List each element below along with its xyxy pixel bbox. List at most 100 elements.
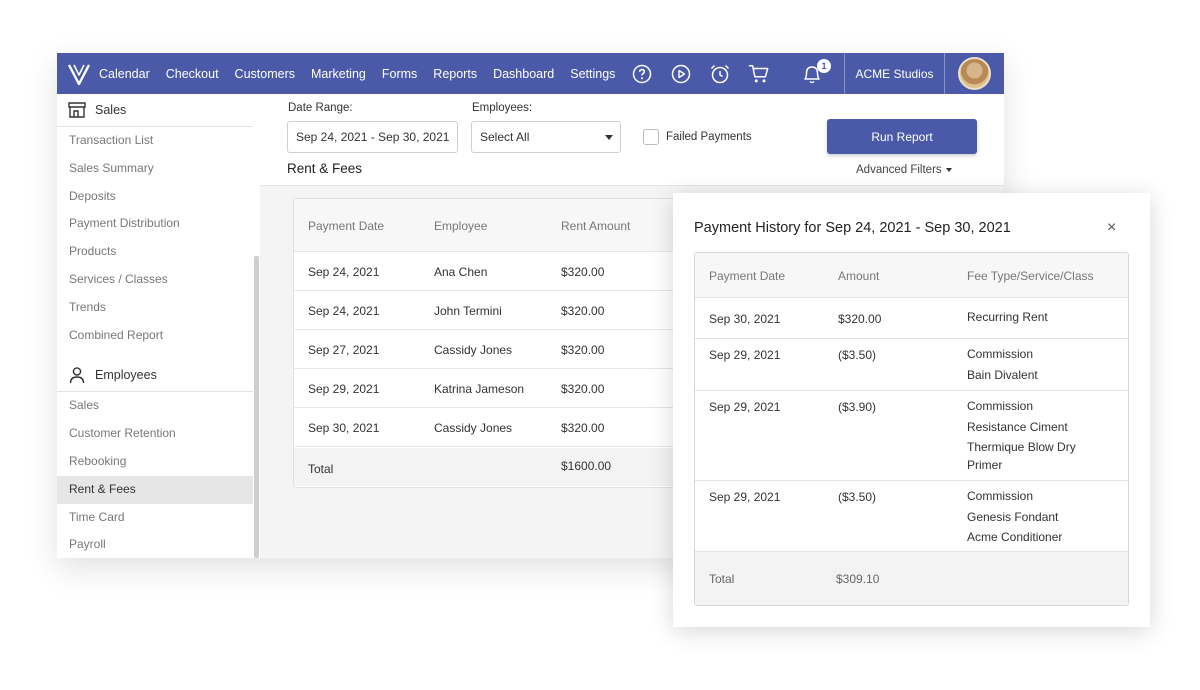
table-row[interactable]: Sep 30, 2021 Cassidy Jones $320.00 [294,408,714,447]
run-report-button[interactable]: Run Report [827,119,977,154]
cart-icon[interactable] [748,63,770,85]
close-icon[interactable]: × [1107,219,1116,237]
sidebar-employees-header: Employees [95,368,157,383]
rent-amount-cell: $320.00 [561,382,605,396]
fee-type-line: Genesis Fondant [967,509,1059,524]
sidebar-section-sales: Sales [57,94,253,127]
notifications-bell-icon[interactable]: 1 [801,59,831,86]
nav-customers[interactable]: Customers [235,67,295,81]
payment-date-cell: Sep 30, 2021 [709,312,781,326]
rent-amount-cell: $320.00 [561,265,605,279]
filter-bar: Date Range: Sep 24, 2021 - Sep 30, 2021 … [260,94,1004,186]
rent-amount-cell: $320.00 [561,421,605,435]
studio-switcher[interactable]: ACME Studios [844,53,945,94]
fee-type-line: Acme Conditioner [967,530,1063,544]
employees-select-value: Select All [480,130,530,144]
table-row[interactable]: Sep 24, 2021 John Termini $320.00 [294,291,714,330]
avatar[interactable] [958,57,991,90]
payment-date-cell: Sep 30, 2021 [308,421,380,435]
alarm-clock-icon[interactable] [709,63,731,85]
person-icon [69,367,85,384]
advanced-filters-label: Advanced Filters [856,164,942,176]
table-row[interactable]: Sep 30, 2021 $320.00 Recurring Rent [695,298,1128,339]
table-header: Payment Date Employee Rent Amount [294,199,714,252]
sidebar-item-transaction-list[interactable]: Transaction List [57,127,257,155]
sidebar-item-services-classes[interactable]: Services / Classes [57,266,257,294]
table-row[interactable]: Sep 29, 2021 ($3.50) Commission Genesis … [695,481,1128,552]
advanced-filters-toggle[interactable]: Advanced Filters [856,164,952,176]
fee-type-line: Commission [967,489,1034,503]
nav-reports[interactable]: Reports [433,67,477,81]
payment-date-cell: Sep 29, 2021 [709,400,781,414]
nav-settings[interactable]: Settings [570,67,615,81]
store-icon [68,102,86,118]
total-label: Total [709,572,735,586]
nav-forms[interactable]: Forms [382,67,417,81]
payment-date-cell: Sep 29, 2021 [709,348,781,362]
table-total-row: Total $309.10 [695,552,1128,605]
nav-dashboard[interactable]: Dashboard [493,67,554,81]
fee-type-line: Bain Divalent [967,367,1038,382]
rent-amount-cell: $320.00 [561,304,605,318]
payment-date-cell: Sep 27, 2021 [308,343,380,357]
amount-cell: ($3.50) [838,490,877,504]
amount-cell: ($3.50) [838,348,877,362]
column-header: Payment Date [709,269,786,283]
fee-type-line: Commission [967,399,1034,413]
sidebar-item-rent-fees[interactable]: Rent & Fees [57,475,253,504]
rent-amount-cell: $320.00 [561,343,605,357]
sidebar-item-products[interactable]: Products [57,238,257,266]
sidebar: Sales Transaction List Sales Summary Dep… [57,94,259,558]
logo-icon[interactable] [59,53,99,94]
nav-marketing[interactable]: Marketing [311,67,366,81]
sidebar-item-rebooking[interactable]: Rebooking [57,448,257,476]
sidebar-item-payroll[interactable]: Payroll [57,531,257,558]
sidebar-item-combined-report[interactable]: Combined Report [57,322,257,350]
sidebar-item-deposits[interactable]: Deposits [57,183,257,211]
fee-type-cell: Commission Resistance Ciment Thermique B… [967,396,1076,472]
column-header: Rent Amount [561,219,631,233]
nav-calendar[interactable]: Calendar [99,67,150,81]
table-row[interactable]: Sep 29, 2021 Katrina Jameson $320.00 [294,369,714,408]
employee-cell: Cassidy Jones [434,421,513,435]
column-header: Fee Type/Service/Class [967,269,1094,283]
payment-history-modal: Payment History for Sep 24, 2021 - Sep 3… [673,193,1150,627]
column-header: Payment Date [308,219,385,233]
table-row[interactable]: Sep 24, 2021 Ana Chen $320.00 [294,252,714,291]
failed-payments-checkbox[interactable] [643,129,659,145]
help-icon[interactable] [631,63,653,85]
rent-fees-table: Payment Date Employee Rent Amount Sep 24… [293,198,714,488]
sidebar-item-customer-retention[interactable]: Customer Retention [57,420,257,448]
caret-down-icon [945,167,952,172]
fee-type-line: Commission [967,347,1034,361]
sidebar-sales-header: Sales [95,103,127,117]
amount-cell: $320.00 [838,312,882,326]
fee-type-line: Recurring Rent [967,310,1048,324]
sidebar-item-sales-summary[interactable]: Sales Summary [57,155,257,183]
fee-type-line: Thermique Blow Dry [967,440,1076,454]
table-row[interactable]: Sep 29, 2021 ($3.90) Commission Resistan… [695,391,1128,481]
employees-select[interactable]: Select All [471,121,621,153]
sidebar-item-time-card[interactable]: Time Card [57,504,257,532]
failed-payments-label: Failed Payments [666,131,752,143]
play-icon[interactable] [670,63,692,85]
modal-title: Payment History for Sep 24, 2021 - Sep 3… [694,220,1011,236]
employee-cell: Katrina Jameson [434,382,525,396]
sidebar-scrollbar[interactable] [254,256,259,558]
total-label: Total [308,462,334,476]
table-row[interactable]: Sep 27, 2021 Cassidy Jones $320.00 [294,330,714,369]
sidebar-item-employee-sales[interactable]: Sales [57,392,257,420]
payment-date-cell: Sep 24, 2021 [308,265,380,279]
amount-cell: ($3.90) [838,400,877,414]
total-value: $1600.00 [561,459,612,473]
table-row[interactable]: Sep 29, 2021 ($3.50) Commission Bain Div… [695,339,1128,391]
column-header: Amount [838,269,880,283]
employees-label: Employees: [472,102,533,114]
sidebar-item-trends[interactable]: Trends [57,294,257,322]
date-range-input[interactable]: Sep 24, 2021 - Sep 30, 2021 [287,121,458,153]
sidebar-item-payment-distribution[interactable]: Payment Distribution [57,210,257,238]
nav-checkout[interactable]: Checkout [166,67,219,81]
table-total-row: Total $1600.00 [294,448,714,486]
chevron-down-icon [605,135,613,140]
fee-type-cell: Commission Genesis Fondant Acme Conditio… [967,486,1062,548]
